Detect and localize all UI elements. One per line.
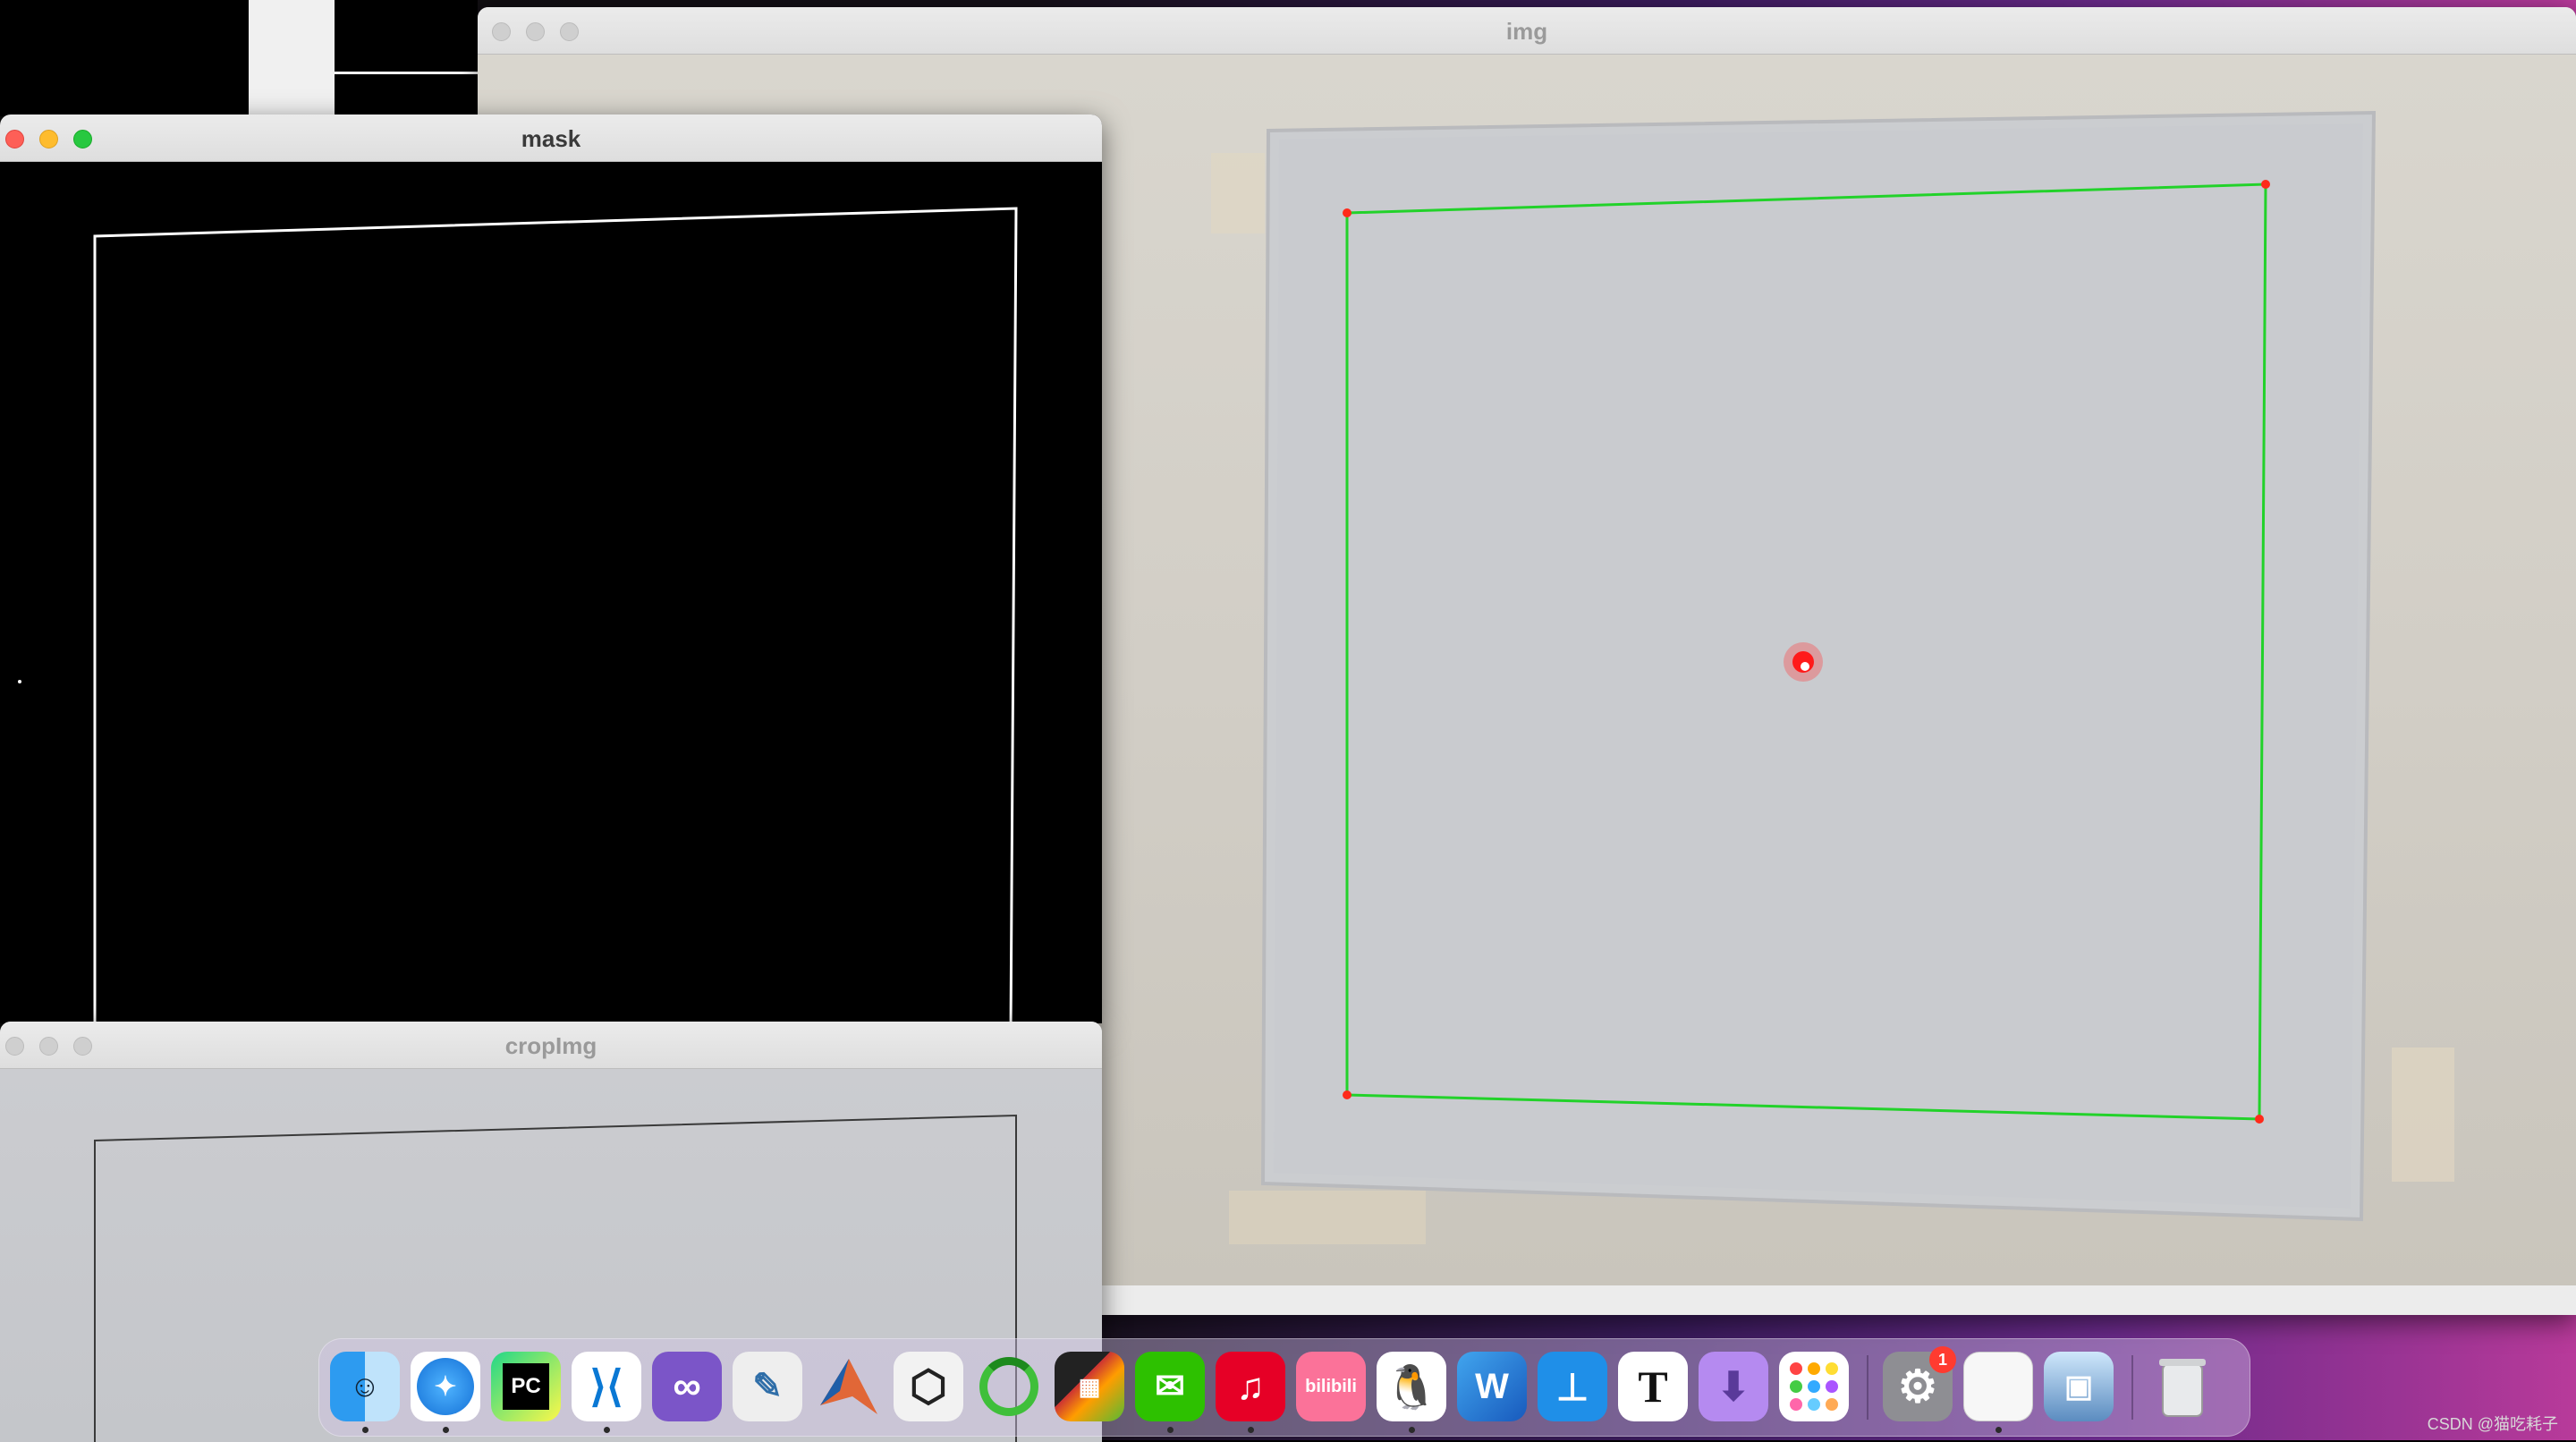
finder-icon[interactable]: ☺	[330, 1352, 400, 1421]
running-indicator	[1996, 1427, 2002, 1433]
mask-titlebar[interactable]: mask	[0, 115, 1102, 162]
music-icon[interactable]: ♫	[1216, 1352, 1285, 1421]
dock: ☺ ✦ PC ⟩⟨ ∞ ✎ ⬡ ▦ ✉ ♫ bilibili 🐧 W ⊥ T ⬇…	[318, 1338, 2250, 1437]
gear-icon[interactable]: ⚙ 1	[1883, 1346, 1956, 1421]
background-window-dark	[335, 0, 478, 116]
wechat-icon[interactable]: ✉	[1135, 1352, 1205, 1421]
penguin-icon[interactable]: 🐧	[1377, 1352, 1446, 1421]
background-window	[249, 0, 335, 116]
bilibili-icon[interactable]: bilibili	[1296, 1352, 1366, 1421]
document-icon[interactable]	[1963, 1352, 2033, 1421]
corner-point	[2261, 180, 2270, 189]
ring-icon[interactable]	[974, 1352, 1044, 1421]
running-indicator	[1409, 1427, 1415, 1433]
corner-point	[1343, 208, 1352, 217]
tape-mark	[1211, 153, 1265, 233]
running-indicator	[362, 1427, 369, 1433]
laser-core	[1801, 662, 1809, 671]
running-indicator	[443, 1427, 449, 1433]
mask-window[interactable]: mask	[0, 115, 1102, 1023]
clapper-icon[interactable]: ▦	[1055, 1352, 1124, 1421]
cropimg-titlebar[interactable]: cropImg	[0, 1022, 1102, 1069]
running-indicator	[1248, 1427, 1254, 1433]
python-icon[interactable]: ✎	[733, 1352, 802, 1421]
dock-separator	[1867, 1355, 1868, 1420]
vscode-icon[interactable]: ⟩⟨	[572, 1352, 641, 1421]
launchpad-icon[interactable]	[1779, 1352, 1849, 1421]
download-icon[interactable]: ⬇	[1699, 1352, 1768, 1421]
matlab-icon[interactable]	[813, 1352, 883, 1421]
watermark: CSDN @猫吃耗子	[2427, 1415, 2558, 1433]
background-left-black	[0, 0, 249, 116]
tape-mark	[1229, 1191, 1426, 1244]
word-icon[interactable]: W	[1457, 1352, 1527, 1421]
preview-icon[interactable]: ▣	[2044, 1352, 2114, 1421]
mask-image	[0, 162, 1102, 1023]
notification-badge: 1	[1929, 1346, 1956, 1373]
visual-studio-icon[interactable]: ∞	[652, 1352, 722, 1421]
trash-icon[interactable]	[2148, 1352, 2217, 1421]
img-titlebar[interactable]: img	[478, 7, 2576, 55]
running-indicator	[1167, 1427, 1174, 1433]
window-title: mask	[521, 125, 581, 152]
dock-separator	[2131, 1355, 2133, 1420]
compass-icon[interactable]: ✦	[411, 1352, 480, 1421]
typora-icon[interactable]: T	[1618, 1352, 1688, 1421]
corner-point	[2255, 1115, 2264, 1124]
tape-mark	[2392, 1048, 2454, 1182]
window-title: cropImg	[504, 1032, 597, 1059]
corner-point	[1343, 1090, 1352, 1099]
noise-dot	[18, 680, 21, 683]
pycharm-icon[interactable]: PC	[491, 1352, 561, 1421]
keynote-icon[interactable]: ⊥	[1538, 1352, 1607, 1421]
mask-edges-svg	[18, 207, 1018, 1023]
pycharm-label: PC	[503, 1363, 549, 1410]
window-title: img	[1505, 18, 1548, 45]
mask-edge	[93, 207, 1018, 1023]
running-indicator	[604, 1427, 610, 1433]
unity-icon[interactable]: ⬡	[894, 1352, 963, 1421]
